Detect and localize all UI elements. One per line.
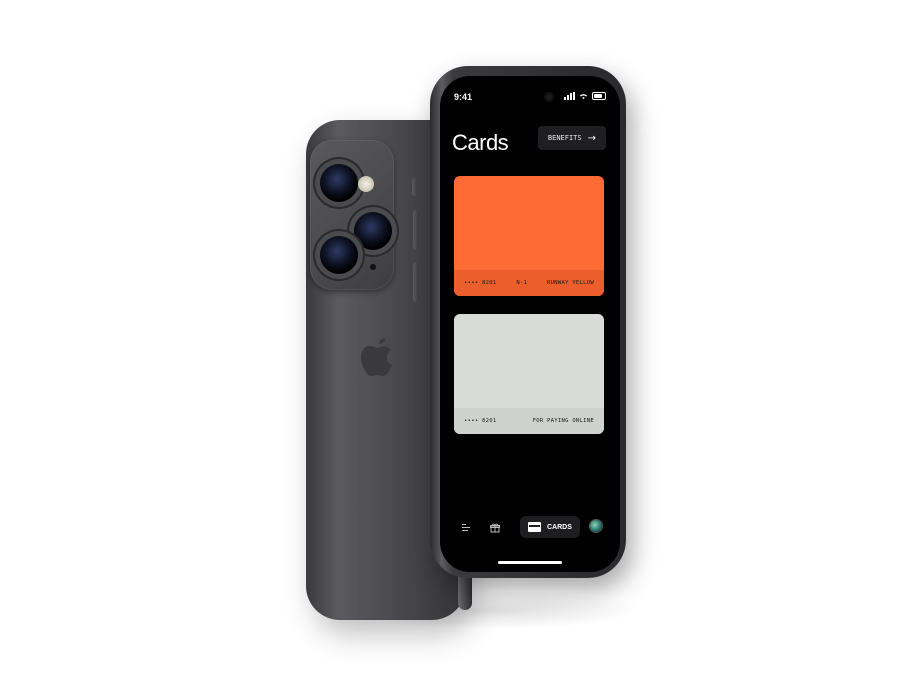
card-runway-yellow[interactable]: •••• 8201 N-1 RUNWAY YELLOW <box>454 176 604 296</box>
status-icons <box>564 92 606 100</box>
camera-lens-icon <box>320 164 358 202</box>
card-name: RUNWAY YELLOW <box>547 280 594 286</box>
apple-logo-icon <box>361 338 392 376</box>
microphone-icon <box>370 264 376 270</box>
tab-bar: CARDS <box>440 514 620 544</box>
wifi-icon <box>579 94 588 100</box>
camera-lens-icon <box>354 212 392 250</box>
card-name: FOR PAYING ONLINE <box>532 418 594 424</box>
card-number: •••• 8201 <box>464 418 497 424</box>
device-mockup-scene: 9:41 Cards BENEFITS → •••• 8201 N-1 RUNW… <box>0 0 908 700</box>
front-camera-icon <box>544 92 554 102</box>
arrow-right-icon: → <box>587 132 596 144</box>
card-info-strip: •••• 8201 FOR PAYING ONLINE <box>454 408 604 434</box>
benefits-button[interactable]: BENEFITS → <box>537 126 606 150</box>
home-indicator[interactable] <box>498 561 562 564</box>
avatar[interactable] <box>590 520 602 532</box>
flash-icon <box>358 176 374 192</box>
camera-lens-icon <box>320 236 358 274</box>
card-icon <box>528 522 541 532</box>
battery-icon <box>592 92 606 100</box>
signal-icon <box>564 92 575 100</box>
volume-up-button <box>413 210 419 250</box>
action-button <box>412 178 418 196</box>
phone-screen: 9:41 Cards BENEFITS → •••• 8201 N-1 RUNW… <box>440 76 620 572</box>
camera-module <box>310 140 394 290</box>
menu-icon[interactable] <box>462 524 470 534</box>
benefits-button-label: BENEFITS <box>547 134 582 142</box>
card-tier: N-1 <box>516 280 528 286</box>
card-online-payments[interactable]: •••• 8201 FOR PAYING ONLINE <box>454 314 604 434</box>
tab-cards-label: CARDS <box>547 523 572 531</box>
page-title: Cards <box>452 130 509 155</box>
status-time: 9:41 <box>454 92 473 102</box>
volume-down-button <box>413 262 419 302</box>
card-number: •••• 8201 <box>464 280 497 286</box>
card-info-strip: •••• 8201 N-1 RUNWAY YELLOW <box>454 270 604 296</box>
gift-icon[interactable] <box>490 523 500 533</box>
tab-cards[interactable]: CARDS <box>520 516 580 538</box>
